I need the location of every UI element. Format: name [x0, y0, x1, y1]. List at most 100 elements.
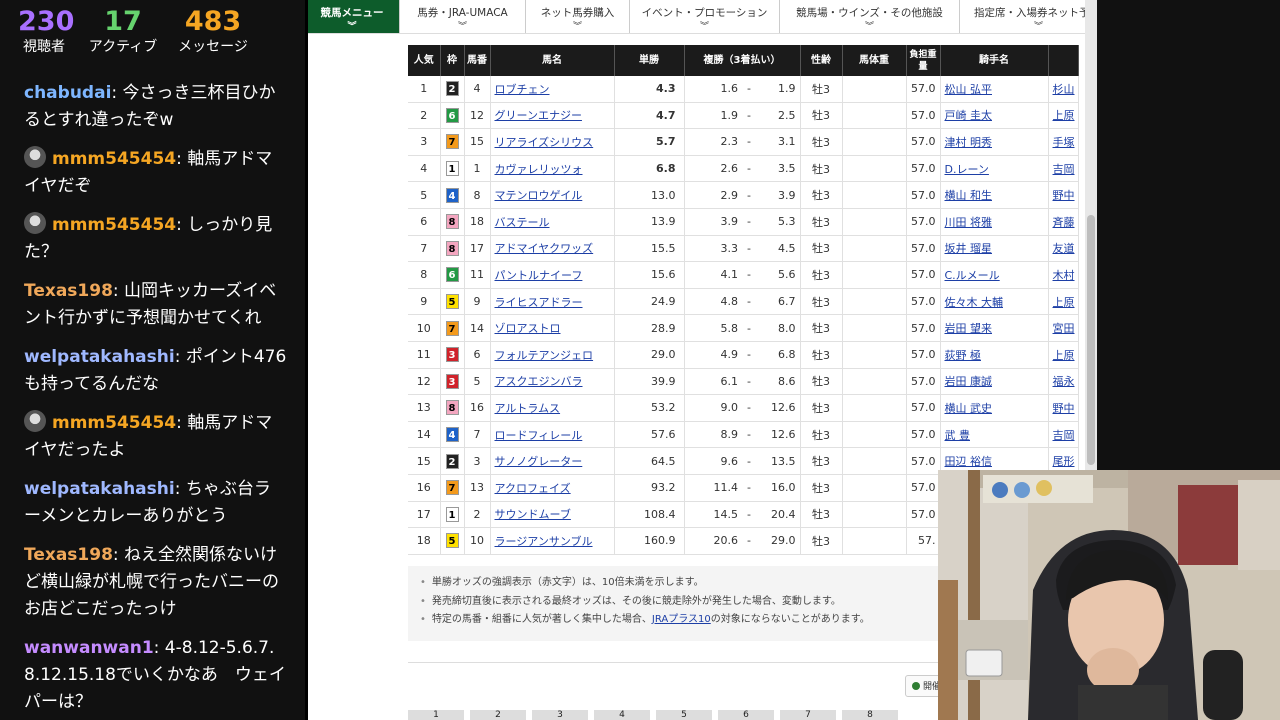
rank-cell: 14 — [408, 421, 441, 449]
trainer-link[interactable]: 上原 — [1053, 349, 1075, 362]
chat-username[interactable]: welpatakahashi — [24, 347, 175, 367]
horse-name-link[interactable]: ロブチェン — [495, 83, 550, 96]
horse-name-link[interactable]: リアライズシリウス — [495, 136, 594, 149]
chat-username[interactable]: Texas198 — [24, 545, 113, 565]
horse-name-link[interactable]: フォルテアンジェロ — [495, 349, 594, 362]
fuku-dash: - — [742, 527, 756, 555]
fuku-min-cell: 1.9 — [684, 102, 742, 130]
horse-name-link[interactable]: アクロフェイズ — [495, 482, 571, 495]
horse-name-cell: グリーンエナジー — [490, 102, 615, 130]
nav-facilities[interactable]: 競馬場・ウインズ・その他施設 ︾ — [780, 0, 960, 33]
horse-name-link[interactable]: バステール — [495, 216, 550, 229]
trainer-link[interactable]: 吉岡 — [1053, 163, 1075, 176]
chat-username[interactable]: mmm545454 — [52, 149, 176, 169]
chevron-down-icon: ︾ — [1034, 22, 1044, 32]
jockey-link[interactable]: 横山 和生 — [945, 189, 993, 202]
nav-label: 指定席・入場券ネット予約 — [974, 7, 1085, 19]
note-item: 特定の馬番・組番に人気が著しく集中した場合、JRAプラス10の対象にならないこと… — [408, 611, 948, 630]
bodyweight-cell — [842, 501, 907, 529]
chat-username[interactable]: mmm545454 — [52, 215, 176, 235]
trainer-link[interactable]: 上原 — [1053, 296, 1075, 309]
note-text: の対象にならないことがあります。 — [710, 614, 870, 625]
trainer-link[interactable]: 福永 — [1053, 375, 1075, 388]
waku-cell: 8 — [440, 394, 465, 422]
race-tab[interactable]: 5 — [656, 710, 712, 720]
jockey-link[interactable]: D.レーン — [945, 163, 989, 176]
trainer-link[interactable]: 宮田 — [1053, 322, 1075, 335]
fuku-dash: - — [742, 261, 756, 289]
jockey-link[interactable]: 岩田 望来 — [945, 322, 993, 335]
jockey-link[interactable]: 田辺 裕信 — [945, 455, 993, 468]
jra-plus10-link[interactable]: JRAプラス10 — [652, 614, 711, 625]
trainer-link[interactable]: 木村 — [1053, 269, 1075, 282]
chat-username[interactable]: wanwanwan1 — [24, 638, 154, 658]
jockey-link[interactable]: 横山 武史 — [945, 402, 993, 415]
chat-username[interactable]: mmm545454 — [52, 413, 176, 433]
trainer-cell: 吉岡 — [1048, 155, 1079, 183]
table-row: 13 8 16 アルトラムス 53.2 9.0-12.6 牡3 57.0 横山 武史 野中 — [408, 394, 1079, 422]
sex-age-cell: 牡3 — [800, 341, 843, 369]
horse-name-link[interactable]: パントルナイーフ — [495, 269, 583, 282]
bodyweight-cell — [842, 261, 907, 289]
horse-name-link[interactable]: ゾロアストロ — [495, 322, 561, 335]
horse-name-link[interactable]: マテンロウゲイル — [495, 189, 583, 202]
trainer-link[interactable]: 友道 — [1053, 242, 1075, 255]
umaban-cell: 6 — [464, 341, 491, 369]
horse-name-link[interactable]: ライヒスアドラー — [495, 296, 583, 309]
race-tab[interactable]: 1 — [408, 710, 464, 720]
nav-baken[interactable]: 馬券・JRA-UMACA ︾ — [400, 0, 526, 33]
scrollbar-thumb[interactable] — [1087, 215, 1095, 465]
note-text: 発売締切直後に表示される最終オッズは、その後に競走除外が発生した場合、変動します… — [431, 595, 841, 607]
weight-cell: 57.0 — [906, 288, 941, 316]
trainer-link[interactable]: 吉岡 — [1053, 429, 1075, 442]
bodyweight-cell — [842, 341, 907, 369]
trainer-link[interactable]: 野中 — [1053, 402, 1075, 415]
trainer-link[interactable]: 上原 — [1053, 109, 1075, 122]
bodyweight-cell — [842, 76, 907, 103]
horse-name-link[interactable]: カヴァレリッツォ — [495, 163, 583, 176]
horse-name-link[interactable]: サノノグレーター — [495, 455, 583, 468]
jockey-link[interactable]: 松山 弘平 — [945, 83, 993, 96]
nav-event[interactable]: イベント・プロモーション ︾ — [630, 0, 780, 33]
jockey-link[interactable]: C.ルメール — [945, 269, 1000, 282]
trainer-link[interactable]: 斉藤 — [1053, 216, 1075, 229]
jockey-link[interactable]: 佐々木 大輔 — [945, 296, 1004, 309]
race-tab[interactable]: 6 — [718, 710, 774, 720]
nav-reserved-seat[interactable]: 指定席・入場券ネット予約 ︾ — [960, 0, 1085, 33]
horse-name-link[interactable]: アスクエジンバラ — [495, 375, 583, 388]
race-tab[interactable]: 4 — [594, 710, 650, 720]
jockey-link[interactable]: 岩田 康誠 — [945, 375, 993, 388]
umaban-cell: 7 — [464, 421, 491, 449]
horse-name-link[interactable]: ロードフィレール — [495, 429, 583, 442]
jockey-link[interactable]: 荻野 極 — [945, 349, 982, 362]
trainer-link[interactable]: 野中 — [1053, 189, 1075, 202]
jockey-link[interactable]: 武 豊 — [945, 429, 971, 442]
jockey-link[interactable]: 津村 明秀 — [945, 136, 993, 149]
tan-odds-cell: 13.9 — [614, 208, 685, 236]
horse-name-cell: カヴァレリッツォ — [490, 155, 615, 183]
trainer-link[interactable]: 杉山 — [1053, 83, 1075, 96]
horse-name-link[interactable]: アルトラムス — [495, 402, 561, 415]
race-tab[interactable]: 3 — [532, 710, 588, 720]
race-tab[interactable]: 2 — [470, 710, 526, 720]
jockey-link[interactable]: 戸崎 圭太 — [945, 109, 993, 122]
horse-name-link[interactable]: グリーンエナジー — [495, 109, 582, 122]
race-tab[interactable]: 7 — [780, 710, 836, 720]
chat-username[interactable]: welpatakahashi — [24, 479, 175, 499]
horse-name-link[interactable]: サウンドムーブ — [495, 508, 571, 521]
nav-net-purchase[interactable]: ネット馬券購入 ︾ — [526, 0, 630, 33]
jockey-link[interactable]: 川田 将雅 — [945, 216, 993, 229]
bodyweight-cell — [842, 102, 907, 130]
trainer-link[interactable]: 手塚 — [1053, 136, 1075, 149]
race-tab[interactable]: 8 — [842, 710, 898, 720]
horse-name-link[interactable]: アドマイヤクワッズ — [495, 242, 594, 255]
umaban-cell: 18 — [464, 208, 491, 236]
fuku-min-cell: 6.1 — [684, 368, 742, 396]
chat-username[interactable]: chabudai — [24, 83, 111, 103]
chevron-down-icon: ︾ — [572, 22, 582, 32]
chat-username[interactable]: Texas198 — [24, 281, 113, 301]
trainer-link[interactable]: 尾形 — [1053, 455, 1075, 468]
horse-name-link[interactable]: ラージアンサンブル — [495, 535, 593, 548]
jockey-link[interactable]: 坂井 瑠星 — [945, 242, 993, 255]
nav-keiba-menu[interactable]: 競馬メニュー ︾ — [305, 0, 400, 33]
